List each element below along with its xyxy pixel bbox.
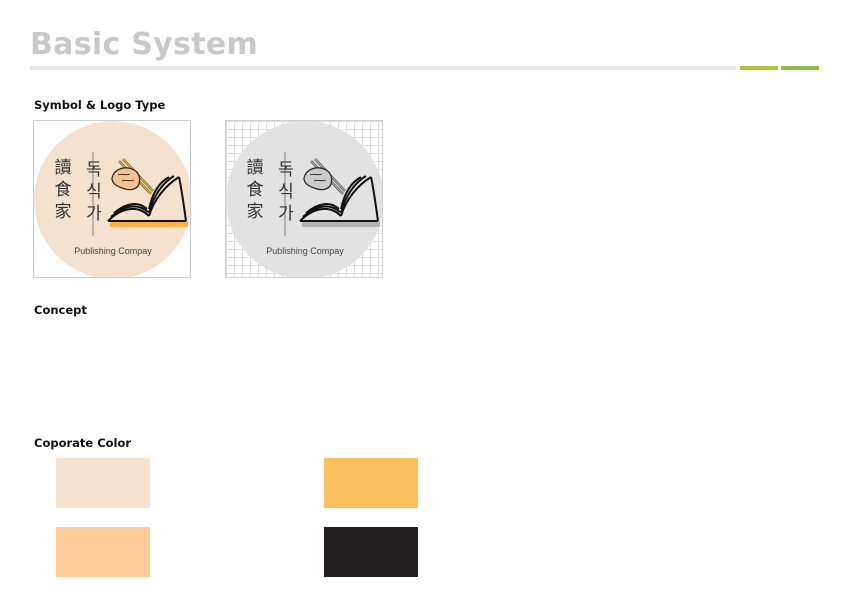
color-swatch-black [324,527,418,577]
hangul-char: 식 [86,182,102,202]
section-heading-symbol: Symbol & Logo Type [34,98,166,112]
logo-hanja-column: 讀 食 家 [244,157,266,223]
logo-subtitle: Publishing Compay [266,246,344,256]
title-underline [30,66,736,70]
color-swatch-peach [56,527,150,577]
logo-color-version: 讀 食 家 독 식 가 Publishing Compay [33,120,191,278]
hanja-char: 讀 [54,158,72,178]
logo-hanja-column: 讀 食 家 [52,157,74,223]
color-swatch-beige [56,458,150,508]
color-swatch-orange [324,458,418,508]
hangul-char: 식 [278,182,294,202]
hangul-char: 독 [278,160,294,180]
accent-bar-2 [781,66,819,70]
page-title: Basic System [30,27,259,62]
hanja-char: 家 [246,202,264,222]
logo-hangul-column: 독 식 가 [83,159,105,225]
hangul-char: 가 [278,204,294,224]
hanja-char: 食 [246,180,264,200]
logo-grayscale-version: 讀 食 家 독 식 가 Publishing Compay [225,120,383,278]
hangul-char: 가 [86,204,102,224]
section-heading-color: Coporate Color [34,436,132,450]
logo-hangul-column: 독 식 가 [275,159,297,225]
hanja-char: 食 [54,180,72,200]
hanja-char: 讀 [246,158,264,178]
hangul-char: 독 [86,160,102,180]
logo-subtitle: Publishing Compay [74,246,152,256]
accent-bar-1 [740,66,778,70]
section-heading-concept: Concept [34,303,87,317]
hanja-char: 家 [54,202,72,222]
